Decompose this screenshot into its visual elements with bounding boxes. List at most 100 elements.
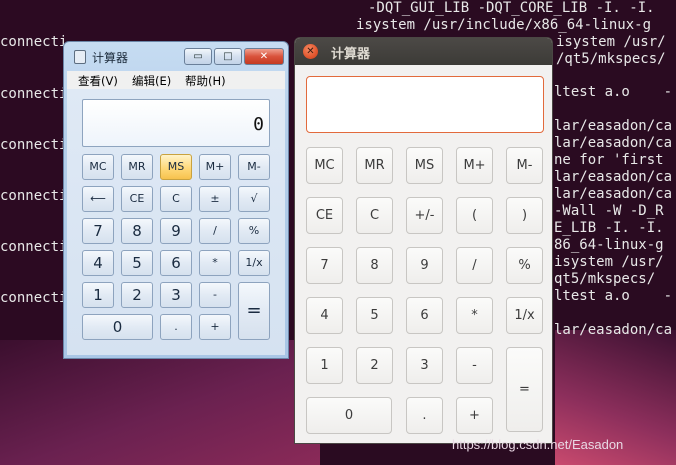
key-equals[interactable]: = (238, 282, 270, 340)
maximize-button[interactable]: □ (214, 48, 242, 65)
key-0[interactable]: 0 (82, 314, 153, 340)
key-m-minus[interactable]: M- (506, 147, 543, 184)
terminal-line: lar/easadon/ca (554, 118, 673, 134)
key-c[interactable]: C (356, 197, 393, 234)
key-ce[interactable]: CE (121, 186, 153, 212)
key-close-paren[interactable]: ) (506, 197, 543, 234)
key-divide[interactable]: / (199, 218, 231, 244)
terminal-line: connecti (0, 137, 68, 153)
key-minus[interactable]: - (456, 347, 493, 384)
key-reciprocal[interactable]: 1/x (238, 250, 270, 276)
close-button[interactable]: ✕ (244, 48, 284, 65)
terminal-line: -DQT_GUI_LIB -DQT_CORE_LIB -I. -I. (368, 0, 655, 16)
key-2[interactable]: 2 (356, 347, 393, 384)
key-1[interactable]: 1 (306, 347, 343, 384)
calculator-display: 0 (82, 99, 270, 147)
terminal-line: lar/easadon/ca (554, 135, 673, 151)
calculator-display[interactable] (306, 76, 544, 133)
terminal-line: -Wall -W -D_R (554, 203, 664, 219)
key-plus-minus[interactable]: ± (199, 186, 231, 212)
terminal-line: connecti (0, 86, 68, 102)
key-3[interactable]: 3 (406, 347, 443, 384)
terminal-line: ltest a.o - (554, 288, 673, 304)
key-decimal[interactable]: . (406, 397, 443, 434)
key-multiply[interactable]: * (456, 297, 493, 334)
win7-calculator-window: 计算器 ▭ □ ✕ 查看(V) 编辑(E) 帮助(H) 0 MC MR MS M+ M-… (63, 41, 289, 359)
key-mc[interactable]: MC (82, 154, 114, 180)
qt-calculator-window: ✕ 计算器 MC MR MS M+ M- CE C +/- () 7 8 9 /% 4 5 6 * 1/x 1 2 3-… (294, 37, 553, 444)
key-5[interactable]: 5 (356, 297, 393, 334)
key-percent[interactable]: % (238, 218, 270, 244)
key-0[interactable]: 0 (306, 397, 392, 434)
key-mr[interactable]: MR (356, 147, 393, 184)
terminal-line: isystem /usr/ (556, 34, 666, 50)
key-8[interactable]: 8 (356, 247, 393, 284)
key-c[interactable]: C (160, 186, 192, 212)
key-1[interactable]: 1 (82, 282, 114, 308)
key-5[interactable]: 5 (121, 250, 153, 276)
key-7[interactable]: 7 (306, 247, 343, 284)
window-title: 计算器 (92, 51, 129, 65)
window-title: 计算器 (331, 47, 371, 62)
key-ms[interactable]: MS (160, 154, 192, 180)
terminal-line: ltest a.o - (554, 84, 673, 100)
display-value: 0 (253, 114, 264, 135)
terminal-line: connecti (0, 239, 68, 255)
key-3[interactable]: 3 (160, 282, 192, 308)
terminal-line: isystem /usr/include/x86_64-linux-g (356, 17, 652, 33)
key-plus[interactable]: + (456, 397, 493, 434)
menu-help[interactable]: 帮助(H) (185, 73, 226, 89)
terminal-line: E_LIB -I. -I. (554, 220, 664, 236)
key-decimal[interactable]: . (160, 314, 192, 340)
terminal-left-text: connecti connecti connecti connecti conn… (0, 0, 67, 306)
key-4[interactable]: 4 (306, 297, 343, 334)
key-4[interactable]: 4 (82, 250, 114, 276)
menu-view[interactable]: 查看(V) (78, 73, 118, 89)
terminal-line: lar/easadon/ca (554, 322, 673, 338)
key-ce[interactable]: CE (306, 197, 343, 234)
key-mr[interactable]: MR (121, 154, 153, 180)
key-m-minus[interactable]: M- (238, 154, 270, 180)
key-minus[interactable]: - (199, 282, 231, 308)
key-8[interactable]: 8 (121, 218, 153, 244)
terminal-line: 86_64-linux-g (554, 237, 664, 253)
key-9[interactable]: 9 (160, 218, 192, 244)
win7-titlebar[interactable]: 计算器 ▭ □ ✕ (64, 42, 288, 70)
calculator-app-icon (74, 50, 86, 64)
close-button[interactable]: ✕ (303, 44, 318, 59)
terminal-line: isystem /usr/ (554, 254, 664, 270)
terminal-line: lar/easadon/ca (554, 186, 673, 202)
terminal-line: connecti (0, 290, 68, 306)
watermark: https://blog.csdn.net/Easadon (452, 437, 624, 452)
menu-edit[interactable]: 编辑(E) (132, 73, 171, 89)
key-plus[interactable]: + (199, 314, 231, 340)
key-mc[interactable]: MC (306, 147, 343, 184)
key-6[interactable]: 6 (406, 297, 443, 334)
key-backspace[interactable]: ⟵ (82, 186, 114, 212)
key-sqrt[interactable]: √ (238, 186, 270, 212)
terminal-line: connecti (0, 188, 68, 204)
key-6[interactable]: 6 (160, 250, 192, 276)
qt-titlebar[interactable]: ✕ 计算器 (295, 38, 552, 65)
terminal-line: qt5/mkspecs/ (554, 271, 656, 287)
terminal-line: ne for 'first (554, 152, 664, 168)
key-open-paren[interactable]: ( (456, 197, 493, 234)
key-ms[interactable]: MS (406, 147, 443, 184)
calculator-body: 0 MC MR MS M+ M- ⟵ CE C ± √ 7 8 9 /% 4 5 6 * 1/x 1 2 3- = 0. + (67, 89, 285, 355)
key-multiply[interactable]: * (199, 250, 231, 276)
menubar: 查看(V) 编辑(E) 帮助(H) (67, 71, 285, 89)
key-reciprocal[interactable]: 1/x (506, 297, 543, 334)
key-plus-minus[interactable]: +/- (406, 197, 443, 234)
key-equals[interactable]: = (506, 347, 543, 432)
key-2[interactable]: 2 (121, 282, 153, 308)
key-7[interactable]: 7 (82, 218, 114, 244)
minimize-button[interactable]: ▭ (184, 48, 212, 65)
key-percent[interactable]: % (506, 247, 543, 284)
key-m-plus[interactable]: M+ (199, 154, 231, 180)
key-m-plus[interactable]: M+ (456, 147, 493, 184)
terminal-line: connecti (0, 34, 68, 50)
key-9[interactable]: 9 (406, 247, 443, 284)
terminal-line: /qt5/mkspecs/ (556, 51, 666, 67)
key-divide[interactable]: / (456, 247, 493, 284)
terminal-line: lar/easadon/ca (554, 169, 673, 185)
